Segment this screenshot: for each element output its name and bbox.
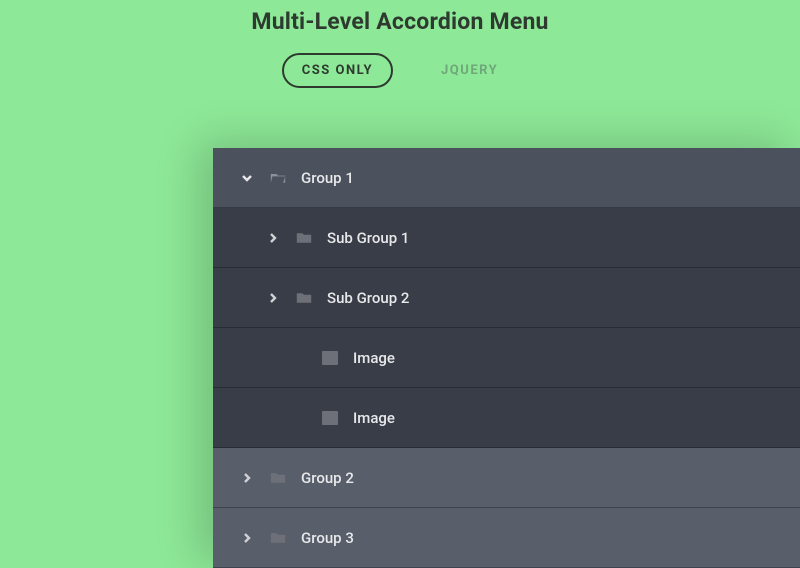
chevron-right-icon [239, 470, 255, 486]
chevron-down-icon [239, 170, 255, 186]
tab-jquery[interactable]: JQUERY [421, 53, 518, 88]
tab-css-only[interactable]: CSS ONLY [282, 53, 393, 88]
folder-icon [269, 469, 287, 487]
accordion-item-label: Image [353, 409, 395, 427]
chevron-right-icon [265, 230, 281, 246]
accordion-item-group-3[interactable]: Group 3 [213, 508, 800, 568]
page-title: Multi-Level Accordion Menu [0, 0, 800, 35]
accordion-item-label: Image [353, 349, 395, 367]
folder-icon [295, 229, 313, 247]
accordion-menu: Group 1 Sub Group 1 Sub Group 2 Image [213, 148, 800, 568]
folder-icon [295, 289, 313, 307]
accordion-item-group-1[interactable]: Group 1 [213, 148, 800, 208]
accordion-item-label: Group 2 [301, 469, 354, 487]
folder-icon [269, 529, 287, 547]
chevron-right-icon [265, 290, 281, 306]
accordion-item-group-2[interactable]: Group 2 [213, 448, 800, 508]
accordion-item-label: Sub Group 2 [327, 289, 409, 307]
accordion-item-sub-group-2[interactable]: Sub Group 2 [213, 268, 800, 328]
accordion-item-image-1[interactable]: Image [213, 328, 800, 388]
image-icon [321, 349, 339, 367]
folder-open-icon [269, 169, 287, 187]
accordion-item-label: Group 1 [301, 169, 354, 187]
tabs: CSS ONLY JQUERY [0, 53, 800, 88]
accordion-item-label: Group 3 [301, 529, 354, 547]
accordion-item-sub-group-1[interactable]: Sub Group 1 [213, 208, 800, 268]
accordion-item-image-2[interactable]: Image [213, 388, 800, 448]
chevron-right-icon [239, 530, 255, 546]
image-icon [321, 409, 339, 427]
accordion-item-label: Sub Group 1 [327, 229, 409, 247]
